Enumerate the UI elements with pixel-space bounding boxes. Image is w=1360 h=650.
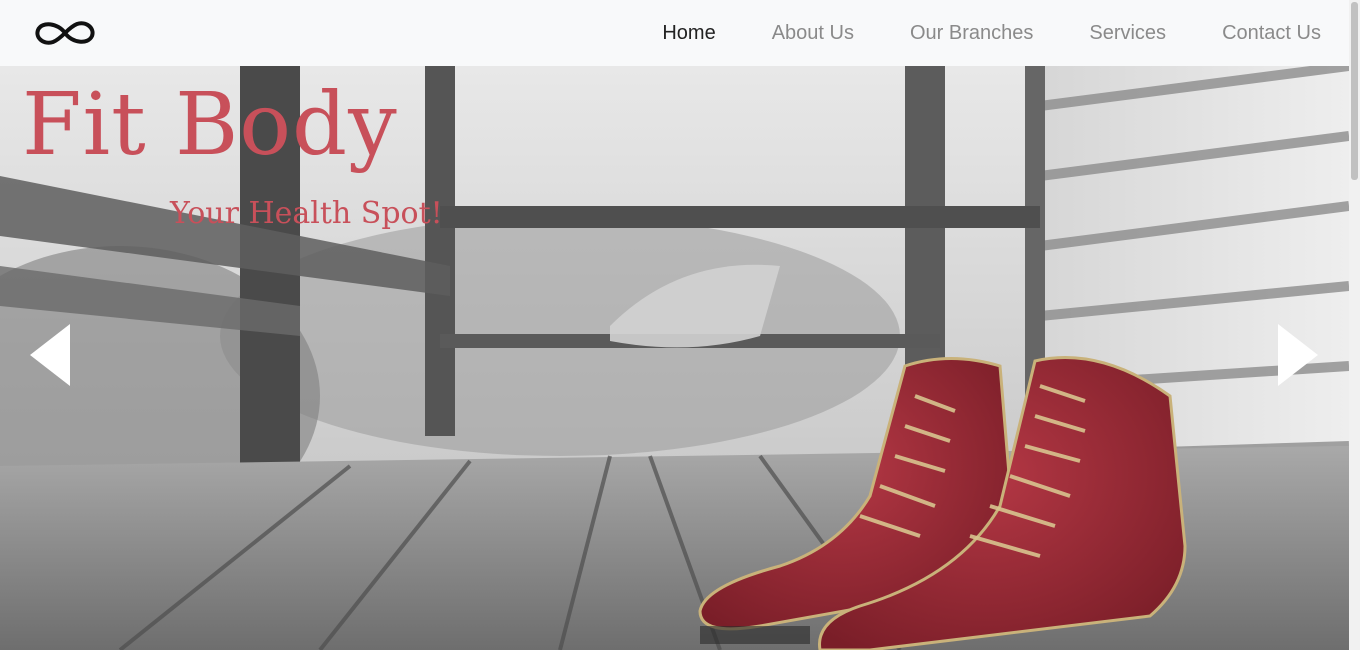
nav-contact-us[interactable]: Contact Us bbox=[1222, 22, 1321, 45]
nav-home[interactable]: Home bbox=[662, 22, 715, 45]
carousel-next-button[interactable] bbox=[1278, 324, 1318, 386]
nav-services[interactable]: Services bbox=[1089, 22, 1166, 45]
nav-our-branches[interactable]: Our Branches bbox=[910, 22, 1033, 45]
triangle-right-icon bbox=[1278, 324, 1318, 386]
hero-carousel: Fit Body Your Health Spot! bbox=[0, 66, 1349, 650]
logo-link[interactable] bbox=[34, 18, 96, 48]
scrollbar-thumb[interactable] bbox=[1351, 2, 1358, 180]
nav-menu: Home About Us Our Branches Services Cont… bbox=[606, 22, 1321, 45]
nav-about-us[interactable]: About Us bbox=[772, 22, 854, 45]
navbar: Home About Us Our Branches Services Cont… bbox=[0, 0, 1349, 66]
page: Home About Us Our Branches Services Cont… bbox=[0, 0, 1360, 650]
infinity-icon bbox=[35, 21, 95, 45]
hero-title: Fit Body bbox=[22, 75, 398, 175]
triangle-left-icon bbox=[30, 324, 70, 386]
carousel-prev-button[interactable] bbox=[30, 324, 70, 386]
hero-subtitle: Your Health Spot! bbox=[170, 196, 443, 231]
vertical-scrollbar[interactable] bbox=[1349, 0, 1360, 650]
